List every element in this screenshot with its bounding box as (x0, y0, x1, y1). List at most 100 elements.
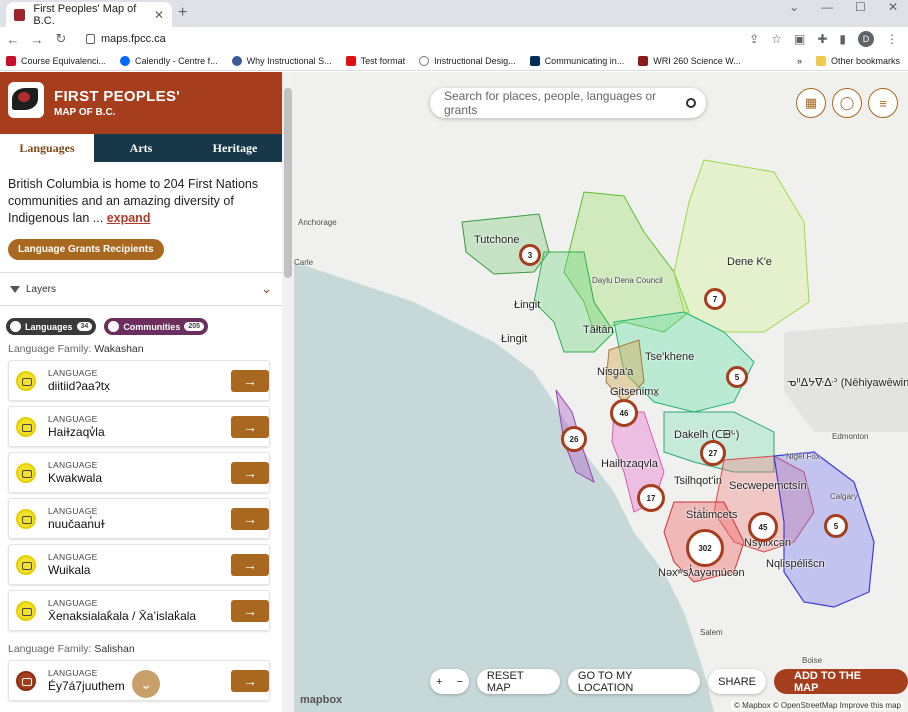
intro-text: British Columbia is home to 204 First Na… (0, 162, 282, 227)
go-to-location-button[interactable]: GO TO MY LOCATION (567, 669, 701, 694)
languages-filter-pill[interactable]: Languages 34 (6, 318, 97, 335)
bookmark-item[interactable]: Test format (345, 55, 405, 66)
tab-languages[interactable]: Languages (0, 134, 94, 162)
map-label[interactable]: Tutchone (474, 234, 519, 246)
close-window-icon[interactable]: ✕ (888, 0, 898, 14)
arrow-right-icon[interactable]: → (231, 461, 269, 484)
map-label[interactable]: ᓀᐦᐃᔭᐍᐏᐣ (Nēhiyawēwin) (787, 376, 908, 389)
map-label[interactable]: Edmonton (832, 432, 868, 441)
cluster-marker[interactable]: 5 (726, 366, 748, 388)
share-page-icon[interactable]: ⇪ (749, 32, 759, 46)
bookmark-item[interactable]: Why Instructional S... (231, 55, 332, 66)
search-icon[interactable] (686, 98, 696, 108)
layers-toggle[interactable]: Layers ⌄ (0, 272, 282, 306)
map-label[interactable]: Łingit (514, 299, 540, 311)
forward-icon[interactable]: → (26, 32, 48, 47)
user-icon[interactable]: ◯ (832, 88, 862, 118)
map-label[interactable]: Dene K'e (727, 256, 772, 268)
maximize-icon[interactable]: ☐ (855, 0, 866, 14)
map-label[interactable]: Gitsenimx̱ (610, 386, 659, 398)
map-label[interactable]: Tse'khene (645, 351, 694, 363)
tab-arts[interactable]: Arts (94, 134, 188, 162)
cluster-marker[interactable]: 302 (686, 529, 724, 567)
map-label[interactable]: Nəxʷsƛ̓ayəmúcən (658, 567, 745, 579)
language-card[interactable]: LANGUAGE diitiidʔaaʔtx̣ → (8, 360, 270, 401)
arrow-right-icon[interactable]: → (231, 553, 269, 576)
tab-heritage[interactable]: Heritage (188, 134, 282, 162)
brand-title[interactable]: FIRST PEOPLES' MAP OF B.C. (54, 88, 180, 118)
profile-avatar[interactable]: D (858, 31, 874, 47)
map-search-bar[interactable]: Search for places, people, languages or … (430, 88, 706, 118)
language-card[interactable]: LANGUAGE X̄enaksialak̓ala / X̄a’islak̓ala… (8, 590, 270, 631)
zoom-in-button[interactable]: + (436, 676, 442, 688)
cluster-marker[interactable]: 5 (824, 514, 848, 538)
calendar-icon[interactable]: ▦ (796, 88, 826, 118)
mapbox-logo[interactable]: mapbox (300, 694, 342, 706)
puzzle-icon[interactable]: ✚ (817, 32, 827, 46)
sidepanel-icon[interactable]: ▮ (839, 32, 846, 46)
arrow-right-icon[interactable]: → (231, 507, 269, 530)
map-label[interactable]: Daylu Dena Council (592, 276, 663, 285)
hamburger-menu-icon[interactable]: ≡ (868, 88, 898, 118)
reload-icon[interactable]: ↻ (50, 31, 72, 47)
arrow-right-icon[interactable]: → (231, 369, 269, 392)
browser-tab[interactable]: First Peoples' Map of B.C. ✕ (6, 2, 172, 27)
map-label[interactable]: Secwepemctsín (729, 480, 807, 492)
bookmark-item[interactable]: WRI 260 Science W... (638, 55, 741, 66)
bookmark-item[interactable]: Course Equivalenci... (6, 55, 106, 66)
zoom-controls: + − (430, 669, 469, 694)
cluster-marker[interactable]: 26 (561, 426, 587, 452)
viu-icon (529, 55, 540, 66)
add-to-map-button[interactable]: ADD TO THE MAP (774, 669, 908, 694)
map-label[interactable]: Tsilhqot'in (674, 475, 722, 487)
bookmark-item[interactable]: Calendly - Centre f... (120, 55, 218, 66)
extension-icon[interactable]: ▣ (794, 32, 805, 46)
zoom-out-button[interactable]: − (456, 676, 462, 688)
cluster-marker[interactable]: 45 (748, 512, 778, 542)
bookmark-item[interactable]: Communicating in... (529, 55, 624, 66)
scrollbar-thumb[interactable] (284, 88, 292, 278)
bookmark-item[interactable]: Instructional Desig... (419, 55, 516, 66)
language-card[interactable]: LANGUAGE Kwakwala → (8, 452, 270, 493)
arrow-right-icon[interactable]: → (231, 669, 269, 692)
minimize-icon[interactable]: — (821, 0, 833, 14)
cluster-marker[interactable]: 17 (637, 484, 665, 512)
map-label[interactable]: Dakelh (ᑕᗸᒡ) (674, 428, 739, 442)
chevron-down-icon[interactable]: ⌄ (789, 0, 799, 14)
language-card[interactable]: LANGUAGE nuučaan̓uɫ → (8, 498, 270, 539)
cluster-marker[interactable]: 46 (610, 399, 638, 427)
reset-map-button[interactable]: RESET MAP (476, 669, 560, 694)
map-label[interactable]: Nigel Fox (786, 452, 820, 461)
arrow-right-icon[interactable]: → (231, 599, 269, 622)
cluster-marker[interactable]: 7 (704, 288, 726, 310)
close-tab-icon[interactable]: ✕ (154, 8, 164, 22)
language-grants-button[interactable]: Language Grants Recipients (8, 239, 164, 260)
map-label[interactable]: Tāłtān (583, 324, 614, 336)
language-card[interactable]: LANGUAGE Haiɫzaqv̓la → (8, 406, 270, 447)
new-tab-icon[interactable]: + (178, 4, 187, 22)
share-button[interactable]: SHARE (708, 669, 767, 694)
map-label[interactable]: Hailhzaqvla (601, 458, 658, 470)
map-label[interactable]: Łingit (501, 333, 527, 345)
scroll-down-button[interactable]: ⌄ (132, 670, 160, 698)
menu-dots-icon[interactable]: ⋮ (886, 32, 898, 46)
other-bookmarks[interactable]: Other bookmarks (815, 55, 900, 66)
back-icon[interactable]: ← (2, 32, 24, 47)
arrow-right-icon[interactable]: → (231, 415, 269, 438)
map-attribution[interactable]: © Mapbox © OpenStreetMap Improve this ma… (731, 701, 904, 710)
bookmark-star-icon[interactable]: ☆ (771, 32, 782, 46)
sidebar-scrollbar[interactable] (282, 72, 294, 712)
map-label[interactable]: St̓át̓imcets (686, 509, 737, 521)
cluster-marker[interactable]: 3 (519, 244, 541, 266)
cluster-marker[interactable]: 27 (700, 440, 726, 466)
language-card[interactable]: LANGUAGE Wuikala → (8, 544, 270, 585)
map-canvas[interactable]: Search for places, people, languages or … (294, 72, 908, 712)
url-field[interactable]: maps.fpcc.ca (86, 33, 166, 45)
map-label[interactable]: Calgary (830, 492, 858, 501)
communities-filter-pill[interactable]: Communities 205 (104, 318, 209, 335)
fpcc-logo[interactable] (8, 82, 44, 118)
map-label[interactable]: Nqlispélišcn (766, 558, 825, 570)
expand-link[interactable]: expand (107, 211, 151, 225)
more-bookmarks-icon[interactable]: » (797, 56, 802, 66)
map-label[interactable]: Nisg̱a'a (597, 366, 633, 378)
